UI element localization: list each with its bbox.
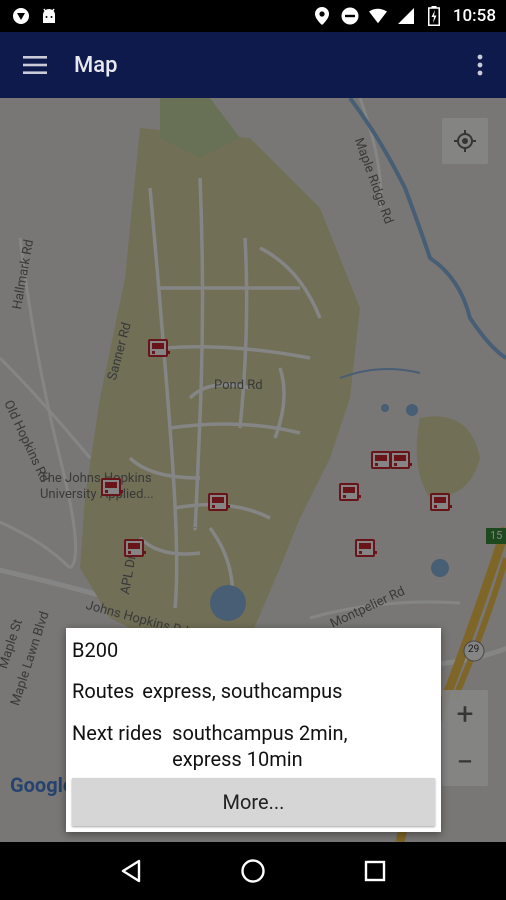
navigation-bar: [0, 842, 506, 900]
menu-button[interactable]: [0, 32, 70, 98]
shield-icon: [12, 7, 30, 25]
overflow-menu-button[interactable]: [454, 32, 506, 98]
recents-button[interactable]: [345, 842, 405, 900]
wifi-icon: [368, 7, 387, 25]
routes-value: express, southcampus: [142, 679, 343, 703]
do-not-disturb-icon: [341, 7, 359, 25]
battery-icon: [425, 6, 443, 26]
more-vert-icon: [477, 54, 483, 76]
signal-icon: [397, 7, 415, 25]
app-bar: Map: [0, 32, 506, 98]
hamburger-icon: [23, 56, 47, 74]
location-icon: [313, 7, 331, 25]
next-rides-label: Next rides: [72, 721, 163, 745]
routes-label: Routes: [72, 679, 135, 703]
more-button[interactable]: More...: [72, 778, 435, 826]
app-title: Map: [74, 52, 118, 78]
recents-square-icon: [364, 860, 386, 882]
status-time: 10:58: [452, 6, 496, 26]
stop-name: B200: [72, 638, 119, 662]
bus-stop-dialog: B200 Routes express, southcampus Next ri…: [66, 628, 441, 832]
home-circle-icon: [241, 859, 265, 883]
back-triangle-icon: [121, 859, 141, 883]
routes-row: Routes express, southcampus: [72, 678, 435, 704]
back-button[interactable]: [101, 842, 161, 900]
status-bar: 10:58: [0, 0, 506, 32]
next-rides-row: Next rides southcampus 2min, express 10m…: [72, 720, 435, 772]
next-rides-value: southcampus 2min, express 10min: [172, 721, 348, 771]
home-button[interactable]: [223, 842, 283, 900]
android-icon: [40, 7, 58, 25]
